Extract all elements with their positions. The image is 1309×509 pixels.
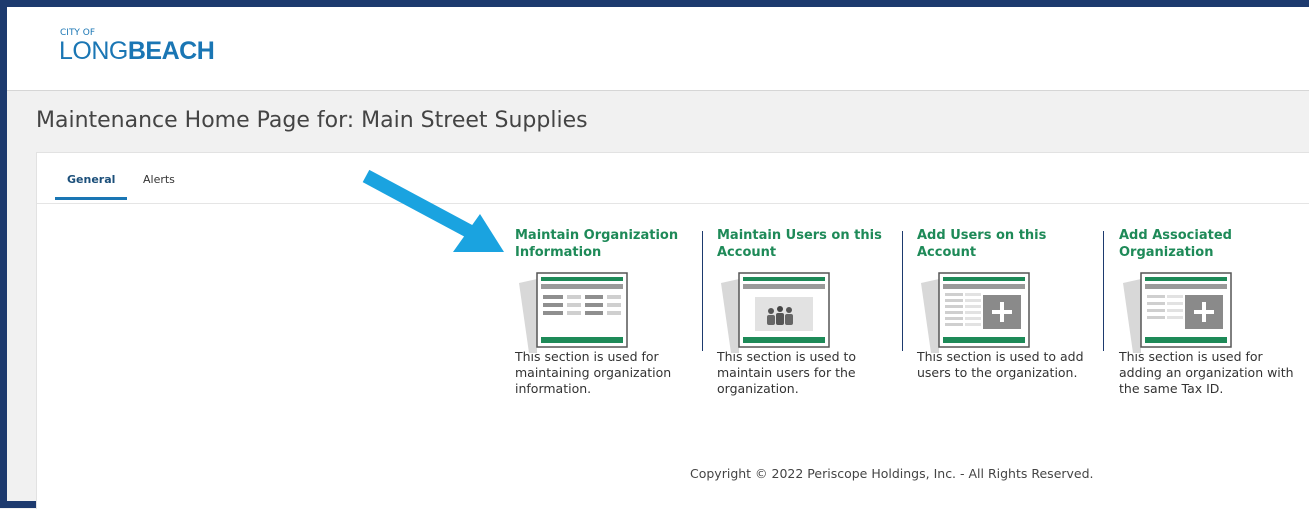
card-title-maintain-organization[interactable]: Maintain Organization Information [515,227,695,263]
card-title-add-users[interactable]: Add Users on this Account [917,227,1097,263]
card-add-users[interactable]: Add Users on this Account This section i… [917,227,1097,381]
tab-bar: General Alerts [37,153,1309,204]
card-divider [902,231,903,351]
users-document-icon[interactable] [717,271,837,357]
app-header: CITY OF LONGBEACH [7,7,1309,91]
logo-wordmark: LONGBEACH [59,37,215,65]
card-title-add-associated-organization[interactable]: Add Associated Organization [1119,227,1299,263]
card-maintain-organization[interactable]: Maintain Organization Information This s… [515,227,695,397]
add-document-icon[interactable] [1119,271,1239,357]
card-add-associated-organization[interactable]: Add Associated Organization This section… [1119,227,1299,397]
tab-general[interactable]: General [55,173,128,200]
footer-copyright: Copyright © 2022 Periscope Holdings, Inc… [690,466,1094,481]
card-divider [1103,231,1104,351]
logo-beach: BEACH [127,37,215,65]
logo-long: LONG [59,37,128,65]
content-panel: General Alerts Maintain Organization Inf… [36,152,1309,509]
card-title-maintain-users[interactable]: Maintain Users on this Account [717,227,897,263]
card-divider [702,231,703,351]
document-list-icon[interactable] [515,271,635,357]
add-document-icon[interactable] [917,271,1037,357]
page-title: Maintenance Home Page for: Main Street S… [36,108,588,133]
tab-alerts[interactable]: Alerts [143,173,175,200]
city-logo[interactable]: CITY OF LONGBEACH [59,29,215,65]
card-maintain-users[interactable]: Maintain Users on this Account This sect… [717,227,897,397]
